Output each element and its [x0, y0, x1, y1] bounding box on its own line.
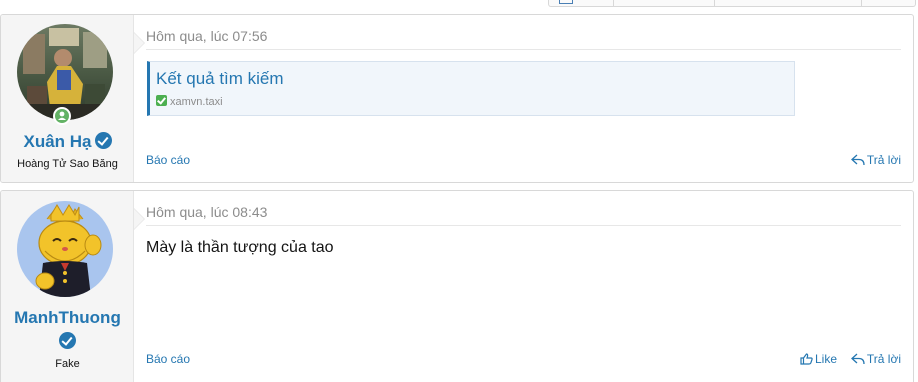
username[interactable]: Xuân Hạ	[1, 132, 134, 152]
like-label: Like	[814, 352, 837, 366]
online-status-icon	[53, 107, 71, 125]
reply-label: Trả lời	[866, 352, 901, 366]
avatar[interactable]	[17, 24, 113, 120]
post-content: Hôm qua, lúc 07:56 Kết quả tìm kiếm xamv…	[146, 15, 901, 182]
post-date[interactable]: Hôm qua, lúc 07:56	[146, 28, 267, 44]
user-info: Xuân Hạ Hoàng Tử Sao Băng	[1, 15, 134, 182]
like-icon	[800, 353, 813, 365]
report-link[interactable]: Báo cáo	[146, 352, 190, 366]
link-embed[interactable]: Kết quả tìm kiếm xamvn.taxi	[147, 61, 795, 116]
post-content: Hôm qua, lúc 08:43 Mày là thần tượng của…	[146, 191, 901, 382]
post: Xuân Hạ Hoàng Tử Sao Băng Hôm qua, lúc 0…	[0, 14, 914, 183]
checkbox-icon	[156, 95, 167, 106]
user-title: Hoàng Tử Sao Băng	[17, 158, 118, 170]
reply-label: Trả lời	[866, 153, 901, 167]
like-link[interactable]: Like	[800, 352, 837, 366]
username-link[interactable]: Xuân Hạ	[23, 132, 91, 151]
report-link[interactable]: Báo cáo	[146, 153, 190, 167]
reply-link[interactable]: Trả lời	[850, 153, 901, 167]
embed-url: xamvn.taxi	[156, 95, 223, 108]
top-toolbar	[548, 0, 916, 7]
post: ManhThuong Fake Hôm qua, lúc 08:43 Mày l…	[0, 190, 914, 382]
embed-url-text: xamvn.taxi	[170, 96, 223, 108]
verified-badge-icon	[94, 132, 112, 149]
username[interactable]: ManhThuong	[1, 308, 134, 328]
user-title: Fake	[55, 358, 80, 370]
post-message: Mày là thần tượng của tao	[146, 239, 334, 256]
verified-badge-icon	[59, 332, 76, 349]
toolbar-icon[interactable]	[559, 0, 573, 4]
user-info: ManhThuong Fake	[1, 191, 134, 382]
avatar[interactable]	[17, 201, 113, 297]
reply-icon	[850, 353, 865, 365]
reply-link[interactable]: Trả lời	[850, 352, 901, 366]
post-date[interactable]: Hôm qua, lúc 08:43	[146, 204, 267, 220]
embed-title[interactable]: Kết quả tìm kiếm	[156, 69, 284, 89]
reply-icon	[850, 154, 865, 166]
